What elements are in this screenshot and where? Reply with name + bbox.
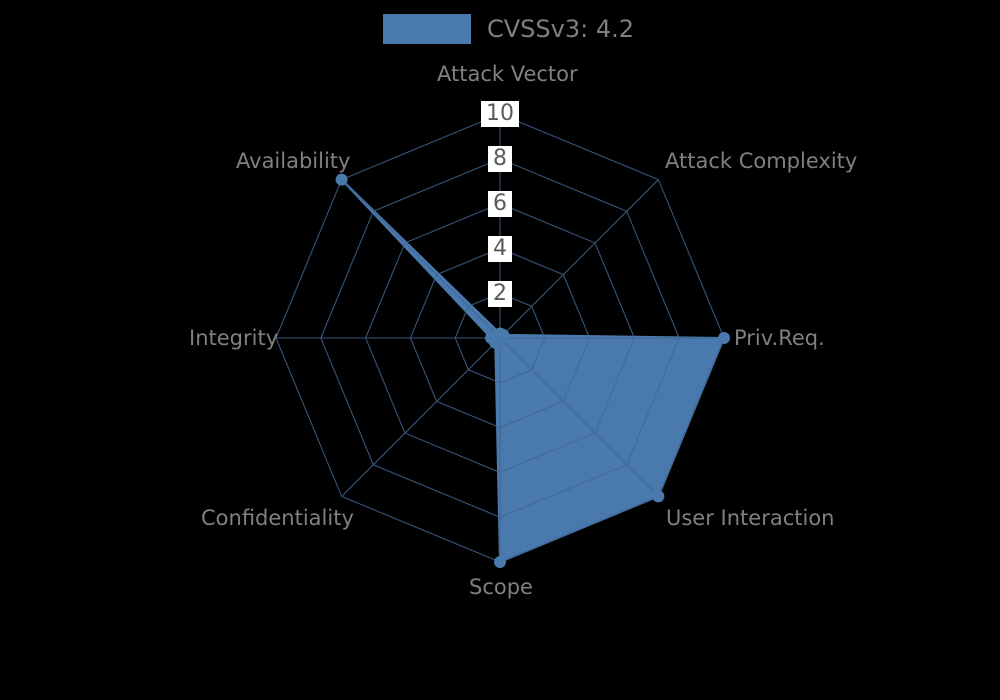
data-point-marker	[718, 332, 730, 344]
grid-spoke-overlay	[499, 179, 659, 339]
radial-tick-6: 6	[488, 191, 512, 217]
axis-label-integrity: Integrity	[189, 326, 279, 350]
axis-label-priv-req: Priv.Req.	[734, 326, 825, 350]
data-point-marker	[652, 490, 665, 503]
chart-canvas: CVSSv3: 4.2 Attack Vector Attack Complexi…	[0, 0, 1000, 700]
axis-label-user-interaction: User Interaction	[666, 506, 835, 530]
data-point-marker	[335, 173, 348, 186]
axis-label-attack-complexity: Attack Complexity	[665, 149, 858, 173]
grid-spoke-overlay	[341, 179, 501, 339]
radial-tick-2: 2	[488, 281, 512, 307]
radial-tick-4: 4	[488, 236, 512, 262]
radial-tick-8: 8	[488, 146, 512, 172]
axis-label-attack-vector: Attack Vector	[437, 62, 578, 86]
data-point-marker	[494, 556, 506, 568]
grid-spoke-overlay	[341, 337, 501, 497]
axis-label-availability: Availability	[236, 149, 351, 173]
radial-tick-10: 10	[481, 101, 519, 127]
axis-label-confidentiality: Confidentiality	[201, 506, 354, 530]
axis-label-scope: Scope	[469, 575, 533, 599]
data-point-marker	[485, 332, 498, 344]
